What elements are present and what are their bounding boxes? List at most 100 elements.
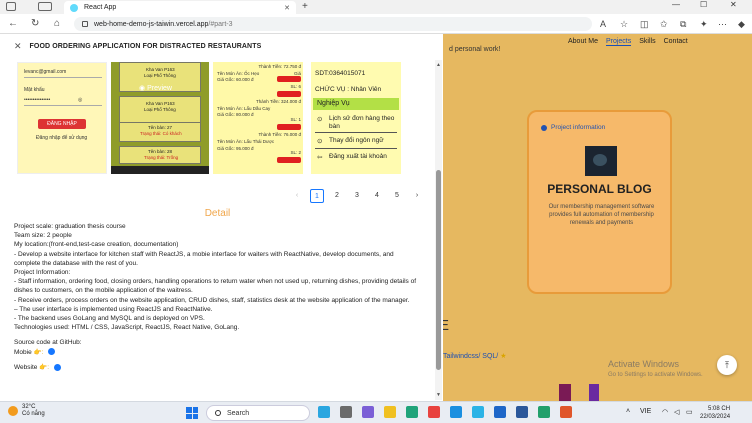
- app-icon[interactable]: [450, 406, 462, 418]
- page-next-button[interactable]: ›: [410, 189, 424, 203]
- top-nav: About Me Projects Skills Contact: [568, 38, 688, 46]
- pointing-hand-icon: 👉:: [33, 348, 44, 356]
- page-prev-button[interactable]: ‹: [290, 189, 304, 203]
- pointing-hand-icon: 👉:: [39, 363, 50, 371]
- maximize-icon[interactable]: ☐: [700, 0, 707, 9]
- workspaces-icon[interactable]: [6, 2, 16, 11]
- collections-icon[interactable]: ⧉: [680, 19, 686, 30]
- clock[interactable]: 5:08 CH 22/03/2024: [700, 405, 730, 421]
- detail-line: Project Information:: [14, 269, 71, 277]
- word-icon[interactable]: [516, 406, 528, 418]
- tab-title: React App: [84, 4, 117, 11]
- table-card-type: Trạng thái: Có khách: [140, 131, 182, 136]
- preview-label[interactable]: ◉ Preview: [139, 84, 172, 92]
- menu-dots-icon[interactable]: ⋯: [718, 19, 727, 30]
- github-icon[interactable]: [48, 348, 56, 356]
- nav-contact[interactable]: Contact: [664, 38, 688, 46]
- weather-text: 32°C Có nắng: [22, 404, 45, 418]
- favorites-icon[interactable]: ✩: [660, 19, 668, 30]
- clock-time: 5:08 CH: [708, 406, 731, 412]
- nav-about[interactable]: About Me: [568, 38, 598, 46]
- screenshot-login[interactable]: levanc@gmail.com Mật khẩu ••••••••••••••…: [17, 62, 107, 174]
- taskbar-search[interactable]: Search: [206, 405, 310, 421]
- login-password-value: •••••••••••••••: [24, 97, 51, 103]
- table-card-name: Tên bàn: 28: [148, 149, 173, 154]
- order-line: Tên Món Ăn: Lẩu Thái Dược: [217, 139, 275, 144]
- favorite-star-icon[interactable]: ☆: [620, 19, 628, 30]
- mobile-source-row: Mobie 👉:: [14, 348, 419, 357]
- new-tab-icon[interactable]: +: [302, 1, 308, 12]
- page-button[interactable]: 1: [310, 189, 324, 203]
- order-status-bar: [277, 124, 301, 130]
- back-icon[interactable]: ←: [8, 18, 18, 29]
- phone-nav-bar: [111, 166, 209, 174]
- chevron-up-icon[interactable]: ˄: [626, 408, 630, 415]
- chrome-icon[interactable]: [428, 406, 440, 418]
- page-button[interactable]: 5: [390, 189, 404, 203]
- profile-phone: SDT:0364015071: [315, 70, 366, 77]
- screenshot-profile[interactable]: SDT:0364015071 CHỨC VỤ : Nhân Viên Nghiệ…: [311, 62, 401, 174]
- order-line: SL: 6: [290, 84, 301, 89]
- github-icon[interactable]: [53, 363, 61, 371]
- wifi-icon[interactable]: ◠: [662, 408, 668, 416]
- language-indicator[interactable]: VIE: [640, 408, 651, 415]
- page-button[interactable]: 2: [330, 189, 344, 203]
- modal-scrollbar[interactable]: ▲ ▼: [435, 60, 442, 400]
- project-card[interactable]: Project information PERSONAL BLOG Our me…: [527, 110, 672, 294]
- modal-close-icon[interactable]: ✕: [14, 41, 22, 52]
- weather-widget[interactable]: 32°C Có nắng: [8, 404, 45, 418]
- file-explorer-icon[interactable]: [384, 406, 396, 418]
- divider: [315, 132, 397, 133]
- copilot-icon[interactable]: ◆: [738, 19, 745, 30]
- address-bar[interactable]: web-home-demo-js-taiwin.vercel.app /#par…: [74, 17, 592, 31]
- nav-skills[interactable]: Skills: [639, 38, 655, 46]
- detail-body: Project scale: graduation thesis course …: [14, 222, 419, 372]
- tab-react-app[interactable]: React App ✕: [64, 1, 296, 14]
- source-heading: Source code at GitHub:: [14, 339, 82, 347]
- teams-icon[interactable]: [362, 406, 374, 418]
- decor-block: [589, 384, 599, 401]
- detail-line: Project scale: graduation thesis course: [14, 223, 126, 230]
- start-icon[interactable]: [186, 407, 198, 419]
- tab-close-icon[interactable]: ✕: [284, 4, 290, 12]
- vscode-icon[interactable]: [494, 406, 506, 418]
- scroll-down-icon[interactable]: ▼: [436, 392, 441, 398]
- page-tagline: d personal work!: [449, 46, 501, 53]
- home-icon[interactable]: ⌂: [54, 18, 60, 29]
- eye-icon: ◉: [139, 85, 148, 92]
- widgets-icon[interactable]: [318, 406, 330, 418]
- tab-actions-icon[interactable]: [38, 2, 52, 11]
- nav-projects[interactable]: Projects: [605, 38, 632, 46]
- detail-line: Technologies used: HTML / CSS, JavaScrip…: [14, 324, 240, 332]
- website-source-row: Website 👉:: [14, 363, 419, 372]
- volume-icon[interactable]: ◁: [674, 408, 679, 416]
- battery-icon[interactable]: ▭: [686, 408, 693, 416]
- screenshot-tables[interactable]: Kha Van P163 Loại Phổ Thông ◉ Preview Kh…: [111, 62, 209, 174]
- split-screen-icon[interactable]: ◫: [640, 19, 649, 30]
- extensions-icon[interactable]: ✦: [700, 19, 708, 30]
- scroll-top-button[interactable]: ⤒: [717, 355, 737, 375]
- detail-line: – The user interface is implemented usin…: [14, 305, 213, 313]
- edge-icon[interactable]: [406, 406, 418, 418]
- window-close-icon[interactable]: ✕: [730, 0, 737, 9]
- temperature: 32°C: [22, 404, 36, 410]
- table-card: Tên bàn: 27 Trạng thái: Có khách: [119, 122, 201, 142]
- url-path: /#part-3: [208, 20, 233, 28]
- page-button[interactable]: 4: [370, 189, 384, 203]
- reload-icon[interactable]: ↻: [31, 18, 39, 29]
- project-info-badge: Project information: [541, 124, 605, 131]
- windows-taskbar: 32°C Có nắng Search ˄ VIE ◠ ◁ ▭ 5:08 CH …: [0, 401, 752, 423]
- app-icon[interactable]: [560, 406, 572, 418]
- read-aloud-icon[interactable]: A: [600, 19, 606, 29]
- page-button[interactable]: 3: [350, 189, 364, 203]
- order-line: Tên Món Ăn: Ốc Hẹo: [217, 71, 260, 76]
- scrollbar-thumb[interactable]: [436, 170, 441, 370]
- minimize-icon[interactable]: —: [672, 0, 680, 9]
- scroll-up-icon[interactable]: ▲: [436, 62, 441, 68]
- app-icon[interactable]: [472, 406, 484, 418]
- excel-icon[interactable]: [538, 406, 550, 418]
- modal-header: ✕ FOOD ORDERING APPLICATION FOR DISTRACT…: [0, 34, 443, 58]
- task-view-icon[interactable]: [340, 406, 352, 418]
- star-icon: ★: [500, 353, 507, 360]
- screenshot-orders[interactable]: Thành Tiền: 72.750 đ Giá Tên Món Ăn: Ốc …: [213, 62, 303, 174]
